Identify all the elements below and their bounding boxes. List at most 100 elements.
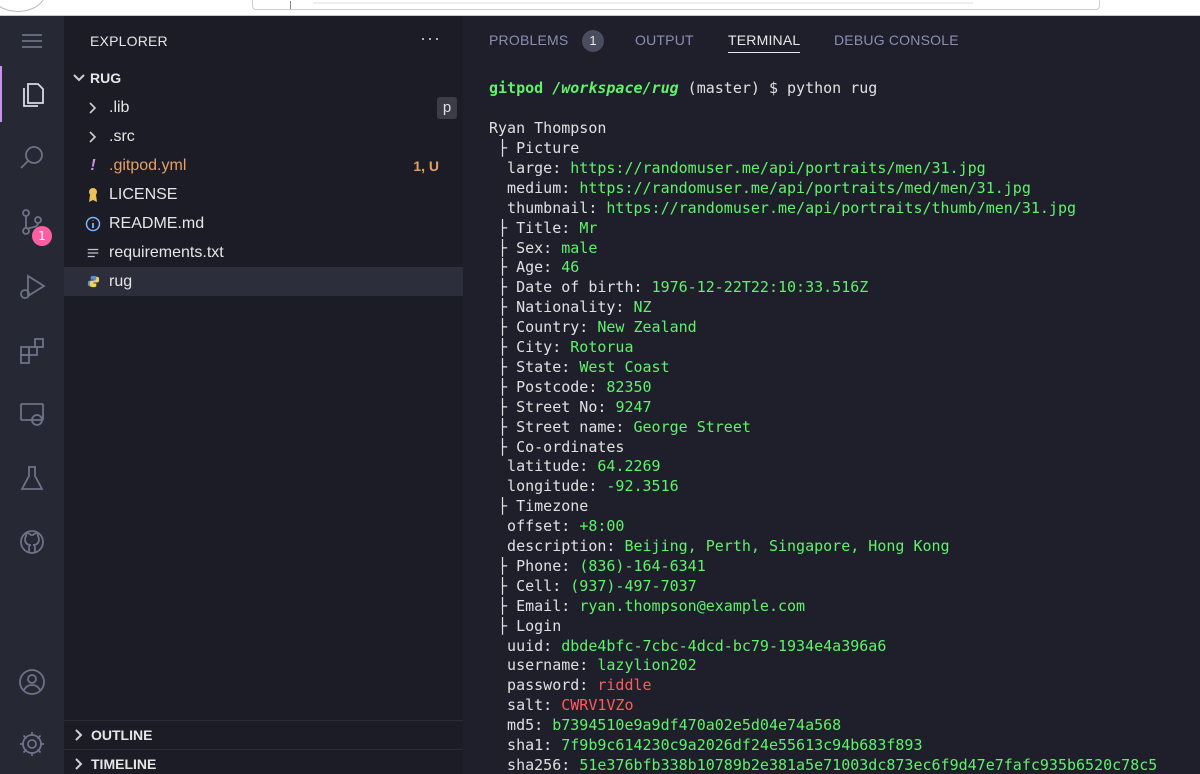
- terminal-line: ├ Sex: male: [489, 238, 597, 258]
- terminal-line: ├ Country: New Zealand: [489, 317, 697, 337]
- problems-count-badge: 1: [582, 30, 604, 52]
- outline-label: OUTLINE: [91, 726, 153, 743]
- terminal-key: longitude:: [489, 477, 607, 496]
- activity-bar: 1: [0, 16, 64, 774]
- terminal-key: sha256:: [489, 755, 580, 774]
- prompt-user: gitpod: [489, 79, 544, 97]
- terminal-value: 51e376bfb338b10789b2e381a5e71003dc873ec6…: [579, 755, 1158, 774]
- terminal-value: ryan.thompson@example.com: [579, 596, 806, 615]
- tree-item-label: .src: [109, 127, 135, 145]
- terminal-key: md5:: [489, 716, 553, 735]
- tab-output[interactable]: OUTPUT: [635, 32, 694, 48]
- terminal-line: ├ State: West Coast: [489, 357, 670, 377]
- terminal-value: Rotorua: [570, 338, 634, 356]
- tab-problems[interactable]: PROBLEMS: [489, 32, 568, 48]
- lines-icon: [84, 244, 102, 262]
- github-icon[interactable]: [0, 514, 64, 570]
- terminal-line: password: riddle: [489, 675, 652, 695]
- tree-item-label: .lib: [109, 98, 130, 116]
- settings-gear-icon[interactable]: [0, 716, 64, 772]
- tree-item-label: README.md: [109, 214, 205, 232]
- terminal-value: NZ: [633, 298, 652, 317]
- menu-icon[interactable]: [0, 16, 64, 66]
- terminal-key: ├ State:: [489, 357, 580, 376]
- terminal-line: ├ Timezone: [489, 496, 588, 516]
- chevron-down-icon: [72, 71, 86, 85]
- terminal-line: ├ Postcode: 82350: [489, 377, 652, 397]
- terminal-key: ├ Nationality:: [489, 298, 634, 317]
- testing-icon[interactable]: [0, 450, 64, 506]
- terminal-value: New Zealand: [597, 318, 697, 337]
- account-icon[interactable]: [0, 654, 64, 710]
- files-icon[interactable]: [0, 66, 64, 122]
- terminal-line: longitude: -92.3516: [489, 476, 679, 496]
- terminal-key: ├ Cell:: [489, 576, 571, 595]
- panel-tabs: PROBLEMS 1 OUTPUT TERMINAL DEBUG CONSOLE: [463, 16, 1200, 64]
- tree-item-license[interactable]: LICENSE: [64, 180, 463, 209]
- browser-button[interactable]: [0, 0, 46, 12]
- terminal-value: https://randomuser.me/api/portraits/thum…: [606, 198, 1077, 217]
- scm-badge: 1: [32, 226, 52, 246]
- terminal-value: lazylion202: [597, 656, 697, 675]
- terminal-value: dbde4bfc-7cbc-4dcd-bc79-1934e4a396a6: [561, 636, 887, 655]
- terminal-line: ├ Street name: George Street: [489, 417, 751, 437]
- address-bar[interactable]: [252, 0, 1100, 10]
- terminal-key: offset:: [489, 517, 580, 536]
- timeline-section[interactable]: TIMELINE: [64, 749, 463, 774]
- terminal-value: 82350: [606, 377, 652, 396]
- folder-rug[interactable]: RUG: [64, 66, 463, 90]
- chevron-right-icon: [84, 99, 102, 117]
- terminal-line: ├ Email: ryan.thompson@example.com: [489, 596, 805, 616]
- terminal-key: latitude:: [489, 457, 598, 476]
- terminal-key: ├ Street name:: [489, 417, 634, 436]
- terminal-key: password:: [489, 676, 598, 695]
- tree-item-gitpod-yml[interactable]: ! .gitpod.yml 1, U: [64, 151, 463, 180]
- search-icon[interactable]: [0, 130, 64, 186]
- remote-explorer-icon[interactable]: [0, 386, 64, 442]
- tree-item-src[interactable]: .src: [64, 122, 463, 151]
- terminal-line: ├ Login: [489, 616, 561, 636]
- terminal-line: offset: +8:00: [489, 516, 624, 536]
- terminal-value: (836)-164-6341: [579, 556, 706, 575]
- folder-name: RUG: [90, 70, 122, 86]
- terminal-line: thumbnail: https://randomuser.me/api/por…: [489, 198, 1076, 218]
- tree-item-readme[interactable]: README.md: [64, 209, 463, 238]
- tree-item-label: LICENSE: [109, 185, 178, 203]
- git-status: 1, U: [413, 157, 439, 174]
- tree-item-lib[interactable]: .lib p: [64, 93, 463, 122]
- exclamation-icon: !: [90, 156, 96, 174]
- tree-item-rug[interactable]: rug: [64, 267, 463, 296]
- terminal-value: 9247: [615, 397, 652, 416]
- terminal-key: ├ Co-ordinates: [489, 437, 625, 456]
- tree-item-requirements[interactable]: requirements.txt: [64, 238, 463, 267]
- terminal-value: riddle: [597, 676, 652, 695]
- more-actions-button[interactable]: ···: [420, 28, 441, 49]
- tab-debug-console[interactable]: DEBUG CONSOLE: [834, 32, 959, 48]
- terminal-value: +8:00: [579, 517, 625, 536]
- terminal-value: -92.3516: [606, 477, 679, 496]
- terminal-line: description: Beijing, Perth, Singapore, …: [489, 536, 950, 556]
- license-icon: [84, 186, 102, 204]
- extensions-icon[interactable]: [0, 322, 64, 378]
- bottom-panel: PROBLEMS 1 OUTPUT TERMINAL DEBUG CONSOLE…: [463, 16, 1200, 774]
- terminal-key: large:: [489, 158, 571, 177]
- terminal-line: ├ Title: Mr: [489, 218, 597, 238]
- prompt-command: (master) $ python rug: [678, 79, 878, 97]
- source-control-icon[interactable]: 1: [0, 194, 64, 250]
- terminal-line: ├ Nationality: NZ: [489, 297, 652, 317]
- chevron-right-icon: [84, 128, 102, 146]
- tab-terminal[interactable]: TERMINAL: [728, 32, 801, 53]
- terminal-value: male: [561, 238, 598, 257]
- terminal-key: ├ Country:: [489, 318, 598, 337]
- run-debug-icon[interactable]: [0, 258, 64, 314]
- explorer-title: EXPLORER: [90, 33, 168, 49]
- info-icon: [84, 215, 102, 233]
- terminal-key: sha1:: [489, 736, 562, 754]
- terminal-key: username:: [489, 656, 598, 675]
- timeline-label: TIMELINE: [91, 755, 157, 772]
- terminal-key: description:: [489, 537, 625, 555]
- python-icon: [84, 273, 102, 291]
- outline-section[interactable]: OUTLINE: [64, 720, 463, 748]
- terminal-value: https://randomuser.me/api/portraits/med/…: [579, 178, 1031, 197]
- terminal-key: ├ Postcode:: [489, 377, 607, 396]
